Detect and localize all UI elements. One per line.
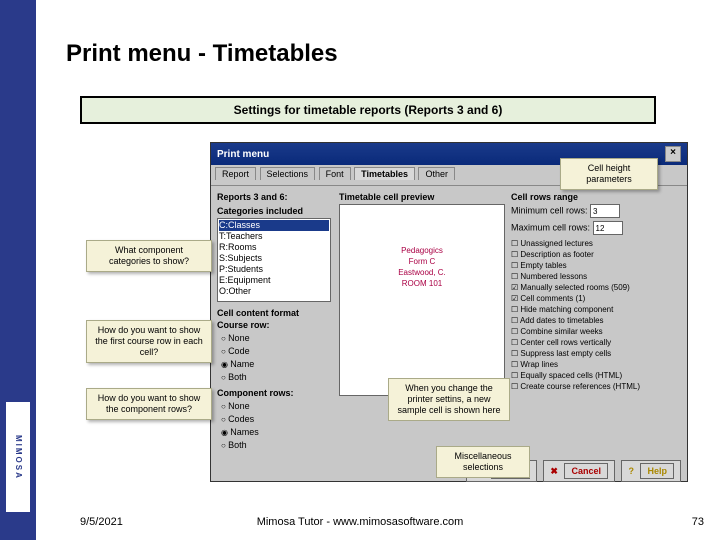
tab-timetables[interactable]: Timetables <box>354 167 415 180</box>
app-window: Print menu × Report Selections Font Time… <box>210 142 688 482</box>
course-row-options: None Code Name Both <box>217 332 331 384</box>
callout-categories: What component categories to show? <box>86 240 212 272</box>
cell-content-label: Cell content format <box>217 308 331 318</box>
tab-selections[interactable]: Selections <box>260 167 316 180</box>
logo: MIMOSA <box>6 402 30 512</box>
tab-font[interactable]: Font <box>319 167 351 180</box>
cell-preview: Pedagogics Form C Eastwood, C. ROOM 101 <box>339 204 505 396</box>
component-rows-options: None Codes Names Both <box>217 400 331 452</box>
footer-center: Mimosa Tutor - www.mimosasoftware.com <box>0 516 720 528</box>
min-rows-input[interactable] <box>590 204 620 218</box>
preview-label: Timetable cell preview <box>339 192 434 202</box>
tab-report[interactable]: Report <box>215 167 256 180</box>
callout-preview: When you change the printer settins, a n… <box>388 378 510 421</box>
close-icon[interactable]: × <box>665 146 681 162</box>
window-title: Print menu <box>217 149 269 160</box>
tab-other[interactable]: Other <box>418 167 455 180</box>
component-rows-label: Component rows: <box>217 388 331 398</box>
help-button[interactable]: ? Help <box>621 460 681 482</box>
max-rows-input[interactable] <box>593 221 623 235</box>
slide-title: Print menu - Timetables <box>66 40 338 68</box>
course-row-label: Course row: <box>217 320 331 330</box>
page-number: 73 <box>692 516 704 528</box>
slide-subtitle: Settings for timetable reports (Reports … <box>80 96 656 124</box>
cancel-button[interactable]: ✖ Cancel <box>543 460 615 482</box>
callout-component-rows: How do you want to show the component ro… <box>86 388 212 420</box>
categories-listbox[interactable]: C:Classes T:Teachers R:Rooms S:Subjects … <box>217 218 331 302</box>
rows-range-label: Cell rows range <box>511 192 679 202</box>
options-checklist: Unassigned lectures Description as foote… <box>511 238 679 392</box>
categories-label: Categories included <box>217 206 331 216</box>
callout-course-row: How do you want to show the first course… <box>86 320 212 363</box>
callout-misc: Miscellaneous selections <box>436 446 530 478</box>
callout-cell-height: Cell height parameters <box>560 158 658 190</box>
